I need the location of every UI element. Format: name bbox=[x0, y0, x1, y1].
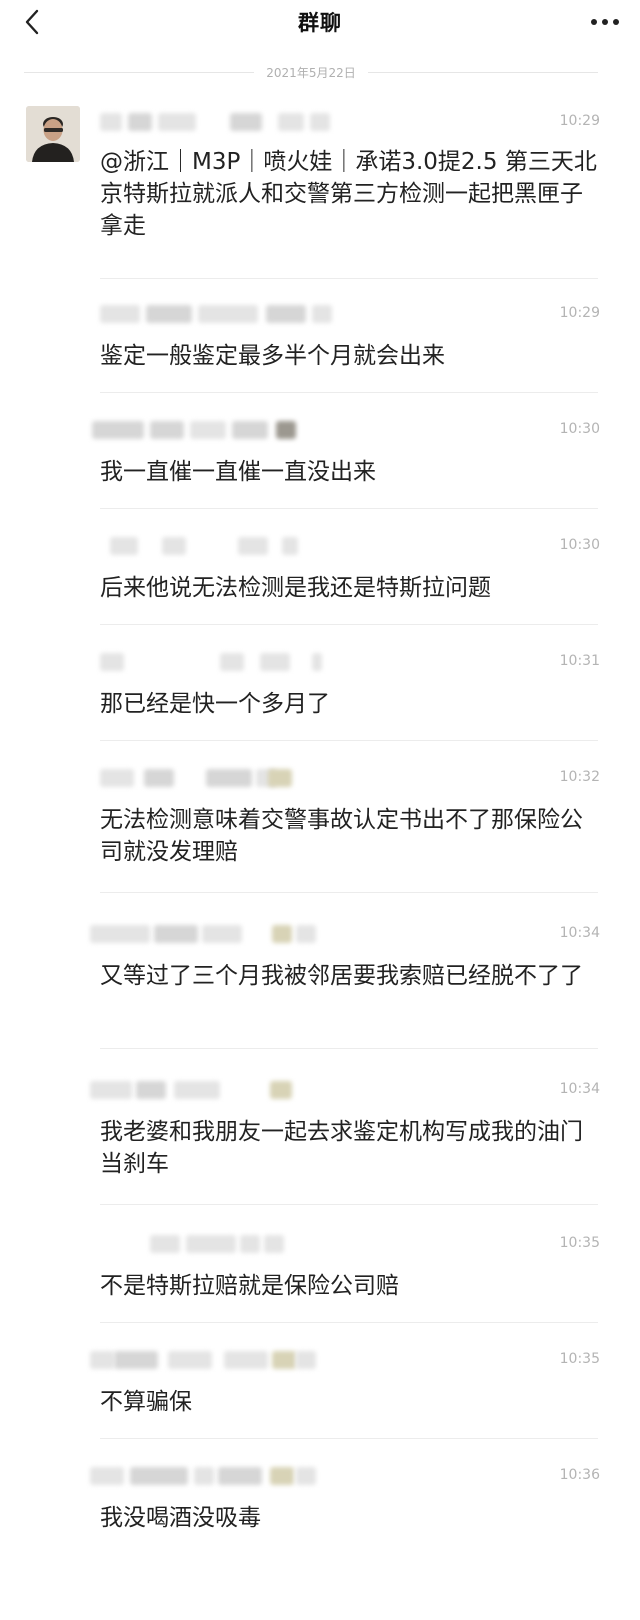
message-text: 又等过了三个月我被邻居要我索赔已经脱不了了 bbox=[100, 963, 583, 989]
message-item: 10:29 @浙江｜M3P｜喷火娃｜承诺3.0提2.5 第三天北京特斯拉就派人和… bbox=[100, 110, 600, 242]
message-text: 我老婆和我朋友一起去求鉴定机构写成我的油门当刹车 bbox=[100, 1119, 583, 1177]
message-text: 后来他说无法检测是我还是特斯拉问题 bbox=[100, 575, 491, 601]
message-item: 10:29 鉴定一般鉴定最多半个月就会出来 bbox=[100, 302, 600, 372]
message-item: 10:30 后来他说无法检测是我还是特斯拉问题 bbox=[100, 534, 600, 604]
message-text: 那已经是快一个多月了 bbox=[100, 691, 330, 717]
message-text: 我一直催一直催一直没出来 bbox=[100, 459, 376, 485]
message-text: @浙江｜M3P｜喷火娃｜承诺3.0提2.5 第三天北京特斯拉就派人和交警第三方检… bbox=[100, 149, 597, 239]
message-time: 10:36 bbox=[559, 1467, 600, 1483]
message-text: 我没喝酒没吸毒 bbox=[100, 1505, 261, 1531]
message-time: 10:32 bbox=[559, 769, 600, 785]
date-label: 2021年5月22日 bbox=[266, 65, 356, 80]
message-time: 10:29 bbox=[559, 305, 600, 321]
more-icon bbox=[591, 19, 619, 25]
message-text: 不算骗保 bbox=[100, 1389, 192, 1415]
message-divider bbox=[100, 1438, 598, 1439]
sender-name-redacted: 10:30 bbox=[92, 418, 600, 442]
message-divider bbox=[100, 278, 598, 279]
message-text: 不是特斯拉赔就是保险公司赔 bbox=[100, 1273, 399, 1299]
sender-name-redacted: 10:34 bbox=[90, 1078, 600, 1102]
more-button[interactable] bbox=[588, 10, 622, 34]
message-time: 10:30 bbox=[559, 421, 600, 437]
sender-name-redacted: 10:35 bbox=[90, 1348, 600, 1372]
message-item: 10:32 无法检测意味着交警事故认定书出不了那保险公司就没发理赔 bbox=[100, 766, 600, 868]
message-item: 10:34 我老婆和我朋友一起去求鉴定机构写成我的油门当刹车 bbox=[90, 1078, 600, 1180]
message-time: 10:29 bbox=[559, 113, 600, 129]
sender-name-redacted: 10:29 bbox=[100, 302, 600, 326]
back-button[interactable] bbox=[18, 8, 46, 36]
message-time: 10:31 bbox=[559, 653, 600, 669]
date-divider: 2021年5月22日 bbox=[24, 62, 599, 82]
nav-bar: 群聊 bbox=[0, 0, 640, 44]
sender-name-redacted: 10:32 bbox=[100, 766, 600, 790]
message-divider bbox=[100, 1322, 598, 1323]
message-item: 10:35 不是特斯拉赔就是保险公司赔 bbox=[100, 1232, 600, 1302]
message-item: 10:30 我一直催一直催一直没出来 bbox=[92, 418, 600, 488]
message-item: 10:36 我没喝酒没吸毒 bbox=[90, 1464, 600, 1534]
message-divider bbox=[100, 1204, 598, 1205]
message-text: 无法检测意味着交警事故认定书出不了那保险公司就没发理赔 bbox=[100, 807, 583, 865]
message-time: 10:35 bbox=[559, 1351, 600, 1367]
divider-line bbox=[367, 71, 599, 73]
message-time: 10:35 bbox=[559, 1235, 600, 1251]
message-item: 10:35 不算骗保 bbox=[90, 1348, 600, 1418]
message-item: 10:34 又等过了三个月我被邻居要我索赔已经脱不了了 bbox=[90, 922, 600, 992]
divider-line bbox=[24, 71, 255, 73]
message-divider bbox=[100, 624, 598, 625]
person-photo-icon bbox=[26, 106, 80, 162]
message-divider bbox=[100, 740, 598, 741]
message-text: 鉴定一般鉴定最多半个月就会出来 bbox=[100, 343, 445, 369]
message-time: 10:34 bbox=[559, 1081, 600, 1097]
sender-name-redacted: 10:30 bbox=[100, 534, 600, 558]
sender-name-redacted: 10:35 bbox=[100, 1232, 600, 1256]
message-time: 10:34 bbox=[559, 925, 600, 941]
avatar[interactable] bbox=[26, 106, 80, 162]
sender-name-redacted: 10:34 bbox=[90, 922, 600, 946]
message-divider bbox=[100, 508, 598, 509]
message-divider bbox=[100, 1048, 598, 1049]
chevron-left-icon bbox=[25, 9, 39, 35]
sender-name-redacted: 10:36 bbox=[90, 1464, 600, 1488]
sender-name-redacted: 10:31 bbox=[100, 650, 600, 674]
message-divider bbox=[100, 392, 598, 393]
message-time: 10:30 bbox=[559, 537, 600, 553]
sender-name-redacted: 10:29 bbox=[100, 110, 600, 134]
message-divider bbox=[100, 892, 598, 893]
page-title: 群聊 bbox=[298, 11, 342, 35]
message-item: 10:31 那已经是快一个多月了 bbox=[100, 650, 600, 720]
